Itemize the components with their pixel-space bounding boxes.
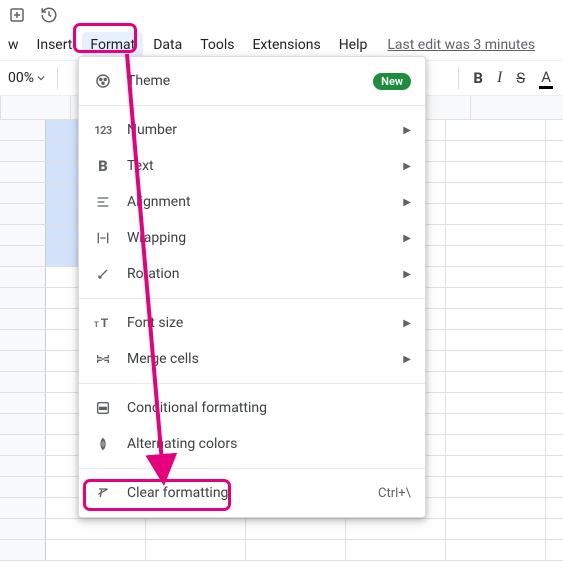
menu-label: Clear formatting: [127, 485, 378, 501]
menu-label: Number: [127, 122, 395, 138]
menu-alternating-colors[interactable]: Alternating colors: [79, 426, 425, 462]
submenu-arrow-icon: ▶: [403, 269, 411, 280]
submenu-arrow-icon: ▶: [403, 125, 411, 136]
menu-label: Text: [127, 158, 395, 174]
col-header[interactable]: [471, 96, 563, 119]
svg-text:T: T: [101, 316, 109, 330]
table-row[interactable]: [0, 519, 563, 540]
separator: [458, 67, 459, 89]
format-menu: Theme New 123 Number ▶ B Text ▶ Alignmen…: [78, 56, 426, 518]
conditional-icon: [93, 398, 113, 418]
bold-icon: B: [93, 156, 113, 176]
separator: [57, 67, 58, 89]
text-color-button[interactable]: A: [539, 68, 553, 89]
new-badge: New: [373, 73, 411, 90]
menu-help[interactable]: Help: [331, 32, 376, 58]
zoom-select[interactable]: 00%: [4, 70, 49, 86]
separator: [79, 105, 425, 106]
merge-icon: [93, 349, 113, 369]
strikethrough-button[interactable]: S: [516, 69, 525, 87]
menu-label: Alignment: [127, 194, 395, 210]
menu-label: Conditional formatting: [127, 400, 411, 416]
separator: [79, 383, 425, 384]
submenu-arrow-icon: ▶: [403, 161, 411, 172]
submenu-arrow-icon: ▶: [403, 233, 411, 244]
menu-insert[interactable]: Insert: [29, 32, 81, 58]
table-row[interactable]: [0, 540, 563, 561]
menu-wrapping[interactable]: Wrapping ▶: [79, 220, 425, 256]
menu-extensions[interactable]: Extensions: [244, 32, 328, 58]
menu-fontsize[interactable]: TT Font size ▶: [79, 305, 425, 341]
menu-number[interactable]: 123 Number ▶: [79, 112, 425, 148]
shortcut-label: Ctrl+\: [378, 486, 411, 501]
fontsize-icon: TT: [93, 313, 113, 333]
submenu-arrow-icon: ▶: [403, 318, 411, 329]
bold-button[interactable]: B: [473, 69, 483, 87]
clear-format-icon: [93, 483, 113, 503]
history-icon[interactable]: [38, 4, 60, 26]
menu-view[interactable]: w: [0, 32, 27, 58]
zoom-value: 00%: [8, 70, 34, 86]
theme-icon: [93, 71, 113, 91]
italic-button[interactable]: I: [497, 69, 502, 87]
menu-rotation[interactable]: Rotation ▶: [79, 256, 425, 292]
menu-label: Theme: [127, 73, 373, 89]
col-header[interactable]: [1, 96, 71, 119]
number-icon: 123: [93, 120, 113, 140]
quick-access-bar: [0, 0, 563, 30]
rotation-icon: [93, 264, 113, 284]
menu-theme[interactable]: Theme New: [79, 63, 425, 99]
menu-label: Alternating colors: [127, 436, 411, 452]
menu-format[interactable]: Format: [82, 32, 143, 58]
menu-text[interactable]: B Text ▶: [79, 148, 425, 184]
menu-label: Merge cells: [127, 351, 395, 367]
svg-text:T: T: [94, 320, 99, 329]
menu-merge[interactable]: Merge cells ▶: [79, 341, 425, 377]
menu-label: Rotation: [127, 266, 395, 282]
align-icon: [93, 192, 113, 212]
submenu-arrow-icon: ▶: [403, 354, 411, 365]
last-edit-link[interactable]: Last edit was 3 minutes: [387, 37, 535, 53]
menu-alignment[interactable]: Alignment ▶: [79, 184, 425, 220]
chevron-down-icon: [37, 74, 45, 82]
menu-data[interactable]: Data: [145, 32, 190, 58]
menu-clear-formatting[interactable]: Clear formatting Ctrl+\: [79, 475, 425, 511]
menu-conditional-formatting[interactable]: Conditional formatting: [79, 390, 425, 426]
separator: [79, 298, 425, 299]
menu-label: Wrapping: [127, 230, 395, 246]
alternating-icon: [93, 434, 113, 454]
separator: [79, 468, 425, 469]
menu-tools[interactable]: Tools: [192, 32, 242, 58]
submenu-arrow-icon: ▶: [403, 197, 411, 208]
wrap-icon: [93, 228, 113, 248]
add-shortcut-icon[interactable]: [6, 4, 28, 26]
menu-label: Font size: [127, 315, 395, 331]
